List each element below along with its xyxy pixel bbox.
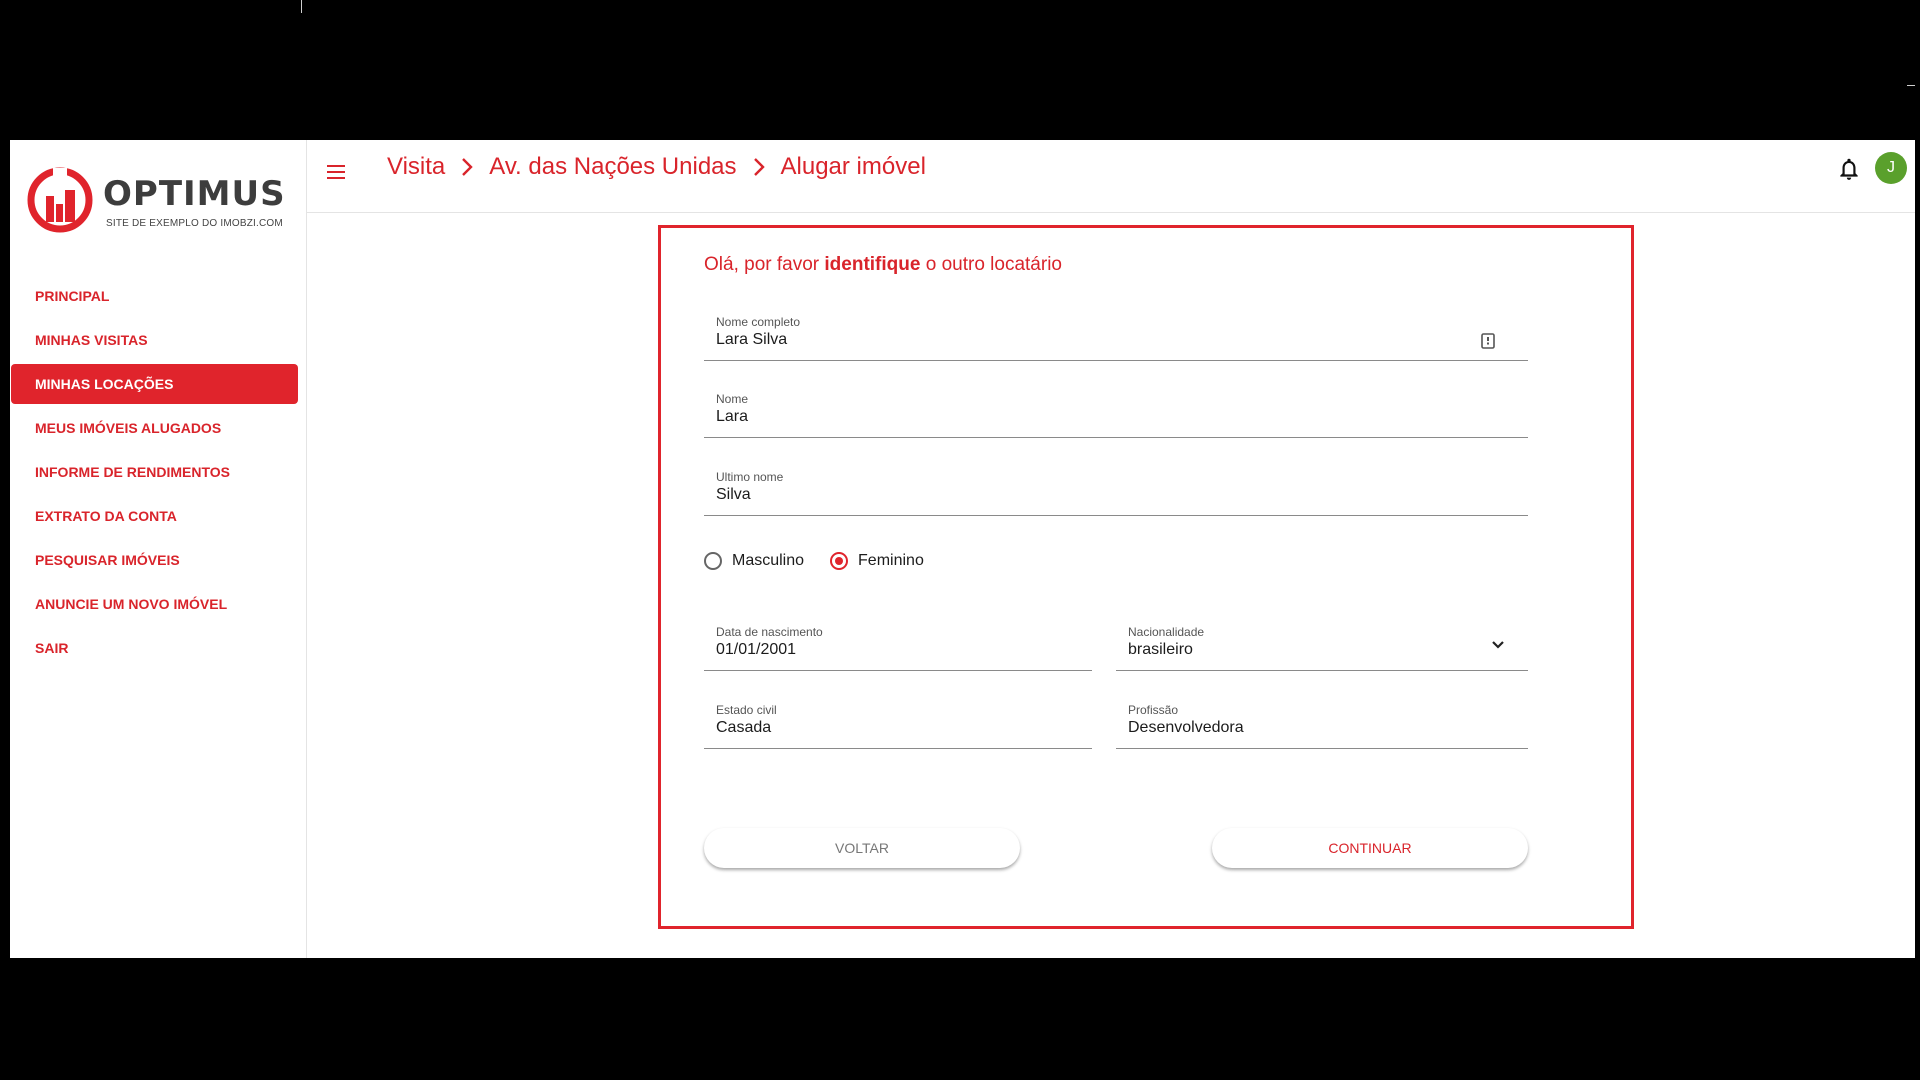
breadcrumb-item-visita[interactable]: Visita <box>387 153 445 181</box>
contact-card-icon[interactable] <box>1478 331 1498 351</box>
brand-logo[interactable]: OPTIMUS SITE DE EXEMPLO DO IMOBZI.COM <box>26 166 296 236</box>
continue-button[interactable]: CONTINUAR <box>1212 828 1528 868</box>
top-bar: Visita Av. das Nações Unidas Alugar imóv… <box>307 140 1915 213</box>
brand-tagline: SITE DE EXEMPLO DO IMOBZI.COM <box>106 218 283 229</box>
optimus-logo-icon <box>27 167 93 233</box>
cursor-mark <box>301 0 302 13</box>
sidebar: OPTIMUS SITE DE EXEMPLO DO IMOBZI.COM PR… <box>10 140 307 958</box>
sidebar-item-extrato-da-conta[interactable]: EXTRATO DA CONTA <box>11 496 298 536</box>
gender-radio-group: Masculino Feminino <box>704 552 950 570</box>
greeting-suffix: o outro locatário <box>925 254 1062 275</box>
breadcrumb: Visita Av. das Nações Unidas Alugar imóv… <box>387 153 926 181</box>
marital-status-field[interactable]: Estado civil Casada <box>704 703 1092 749</box>
chevron-right-icon <box>459 156 475 178</box>
nationality-label: Nacionalidade <box>1128 625 1205 639</box>
sidebar-item-pesquisar-imoveis[interactable]: PESQUISAR IMÓVEIS <box>11 540 298 580</box>
marital-status-label: Estado civil <box>716 703 777 717</box>
last-name-field[interactable]: Ultimo nome Silva <box>704 470 1528 516</box>
greeting-prefix: Olá, por favor <box>704 254 820 275</box>
first-name-value: Lara <box>716 408 749 425</box>
sidebar-item-meus-imoveis-alugados[interactable]: MEUS IMÓVEIS ALUGADOS <box>11 408 298 448</box>
form-heading: Olá, por favor identifique o outro locat… <box>704 254 1062 276</box>
birth-date-field[interactable]: Data de nascimento 01/01/2001 <box>704 625 1092 671</box>
menu-icon[interactable] <box>324 160 348 184</box>
radio-feminino[interactable]: Feminino <box>830 552 924 570</box>
profession-label: Profissão <box>1128 703 1179 717</box>
radio-checked-icon <box>830 552 849 570</box>
first-name-label: Nome <box>716 392 749 406</box>
app-window: OPTIMUS SITE DE EXEMPLO DO IMOBZI.COM PR… <box>10 140 1915 958</box>
last-name-value: Silva <box>716 486 751 503</box>
bell-icon[interactable] <box>1836 156 1862 182</box>
cursor-mark <box>1907 85 1915 86</box>
radio-masculino-label: Masculino <box>732 552 805 569</box>
nationality-select[interactable]: Nacionalidade brasileiro <box>1116 625 1528 671</box>
sidebar-item-anuncie-um-novo-imovel[interactable]: ANUNCIE UM NOVO IMÓVEL <box>11 584 298 624</box>
full-name-value: Lara Silva <box>716 331 788 348</box>
sidebar-item-sair[interactable]: SAIR <box>11 628 298 668</box>
avatar[interactable]: J <box>1875 152 1907 184</box>
sidebar-item-informe-de-rendimentos[interactable]: INFORME DE RENDIMENTOS <box>11 452 298 492</box>
marital-status-value: Casada <box>716 719 772 736</box>
profession-field[interactable]: Profissão Desenvolvedora <box>1116 703 1528 749</box>
chevron-down-icon[interactable] <box>1488 635 1508 655</box>
sidebar-item-principal[interactable]: PRINCIPAL <box>11 276 298 316</box>
chevron-right-icon <box>751 156 767 178</box>
sidebar-item-minhas-visitas[interactable]: MINHAS VISITAS <box>11 320 298 360</box>
full-name-label: Nome completo <box>716 315 801 329</box>
tenant-form-card: Olá, por favor identifique o outro locat… <box>658 225 1634 929</box>
breadcrumb-item-current: Alugar imóvel <box>780 153 926 180</box>
radio-unchecked-icon <box>704 552 722 570</box>
radio-feminino-label: Feminino <box>858 552 924 569</box>
first-name-field[interactable]: Nome Lara <box>704 392 1528 438</box>
full-name-field[interactable]: Nome completo Lara Silva <box>704 315 1528 361</box>
birth-date-value: 01/01/2001 <box>716 641 797 658</box>
brand-name: OPTIMUS <box>103 174 286 214</box>
breadcrumb-item-address[interactable]: Av. das Nações Unidas <box>489 153 736 181</box>
nationality-value: brasileiro <box>1128 641 1193 658</box>
birth-date-label: Data de nascimento <box>716 625 823 639</box>
radio-masculino[interactable]: Masculino <box>704 552 804 570</box>
sidebar-nav: PRINCIPAL MINHAS VISITAS MINHAS LOCAÇÕES… <box>10 276 306 672</box>
back-button[interactable]: VOLTAR <box>704 828 1020 868</box>
last-name-label: Ultimo nome <box>716 470 784 484</box>
profession-value: Desenvolvedora <box>1128 719 1244 736</box>
sidebar-item-minhas-locacoes[interactable]: MINHAS LOCAÇÕES <box>11 364 298 404</box>
greeting-emphasis: identifique <box>824 254 921 275</box>
